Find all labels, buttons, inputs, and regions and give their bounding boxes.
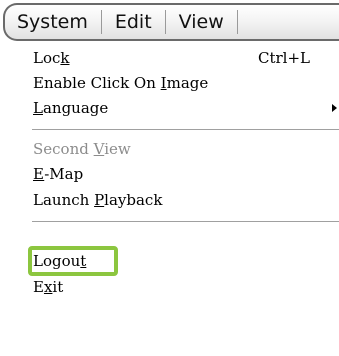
menu-item-launch-playback-label-rest: layback — [104, 191, 163, 209]
menu-item-second-view: Second View — [33, 138, 131, 160]
menu-item-launch-playback-label: Launch — [33, 191, 95, 209]
menu-item-language[interactable]: Language — [33, 97, 108, 119]
menu-item-exit-label-rest: it — [52, 278, 64, 296]
menu-item-e-map-label-rest: -Map — [44, 165, 84, 183]
menu-view[interactable]: View — [166, 10, 238, 34]
menu-item-enable-click-label-rest: mage — [166, 74, 209, 92]
menu-item-lock-mnemonic: k — [60, 49, 70, 67]
menu-item-exit[interactable]: Exit — [33, 276, 63, 298]
menu-item-enable-click-label: Enable Click On — [33, 74, 161, 92]
menu-separator — [32, 221, 339, 223]
menu-item-second-view-label-rest: iew — [104, 140, 131, 158]
menu-item-second-view-mnemonic: V — [93, 140, 105, 158]
menu-item-lock[interactable]: Lock — [33, 47, 70, 69]
menu-item-e-map-mnemonic: E — [33, 165, 45, 183]
menu-item-exit-label: E — [33, 278, 44, 296]
system-dropdown-menu: Lock Ctrl+L Enable Click On Image Langua… — [0, 44, 339, 356]
lock-shortcut: Ctrl+L — [258, 49, 311, 67]
menu-item-enable-click-on-image[interactable]: Enable Click On Image — [33, 72, 208, 94]
submenu-arrow-icon — [332, 104, 337, 112]
menu-item-language-mnemonic: L — [33, 99, 43, 117]
menu-system[interactable]: System — [5, 10, 102, 34]
menu-item-launch-playback[interactable]: Launch Playback — [33, 189, 162, 211]
menu-separator — [32, 129, 339, 131]
logout-highlight-box — [28, 246, 118, 276]
menu-item-lock-label: Loc — [33, 49, 61, 67]
menu-edit[interactable]: Edit — [102, 10, 166, 34]
menu-item-second-view-label: Second — [33, 140, 94, 158]
menu-item-language-label-rest: anguage — [42, 99, 109, 117]
menu-item-e-map[interactable]: E-Map — [33, 163, 83, 185]
menu-item-launch-playback-mnemonic: P — [94, 191, 105, 209]
menu-bar: System Edit View — [3, 3, 339, 41]
app-window: System Edit View Lock Ctrl+L Enable Clic… — [0, 0, 339, 356]
